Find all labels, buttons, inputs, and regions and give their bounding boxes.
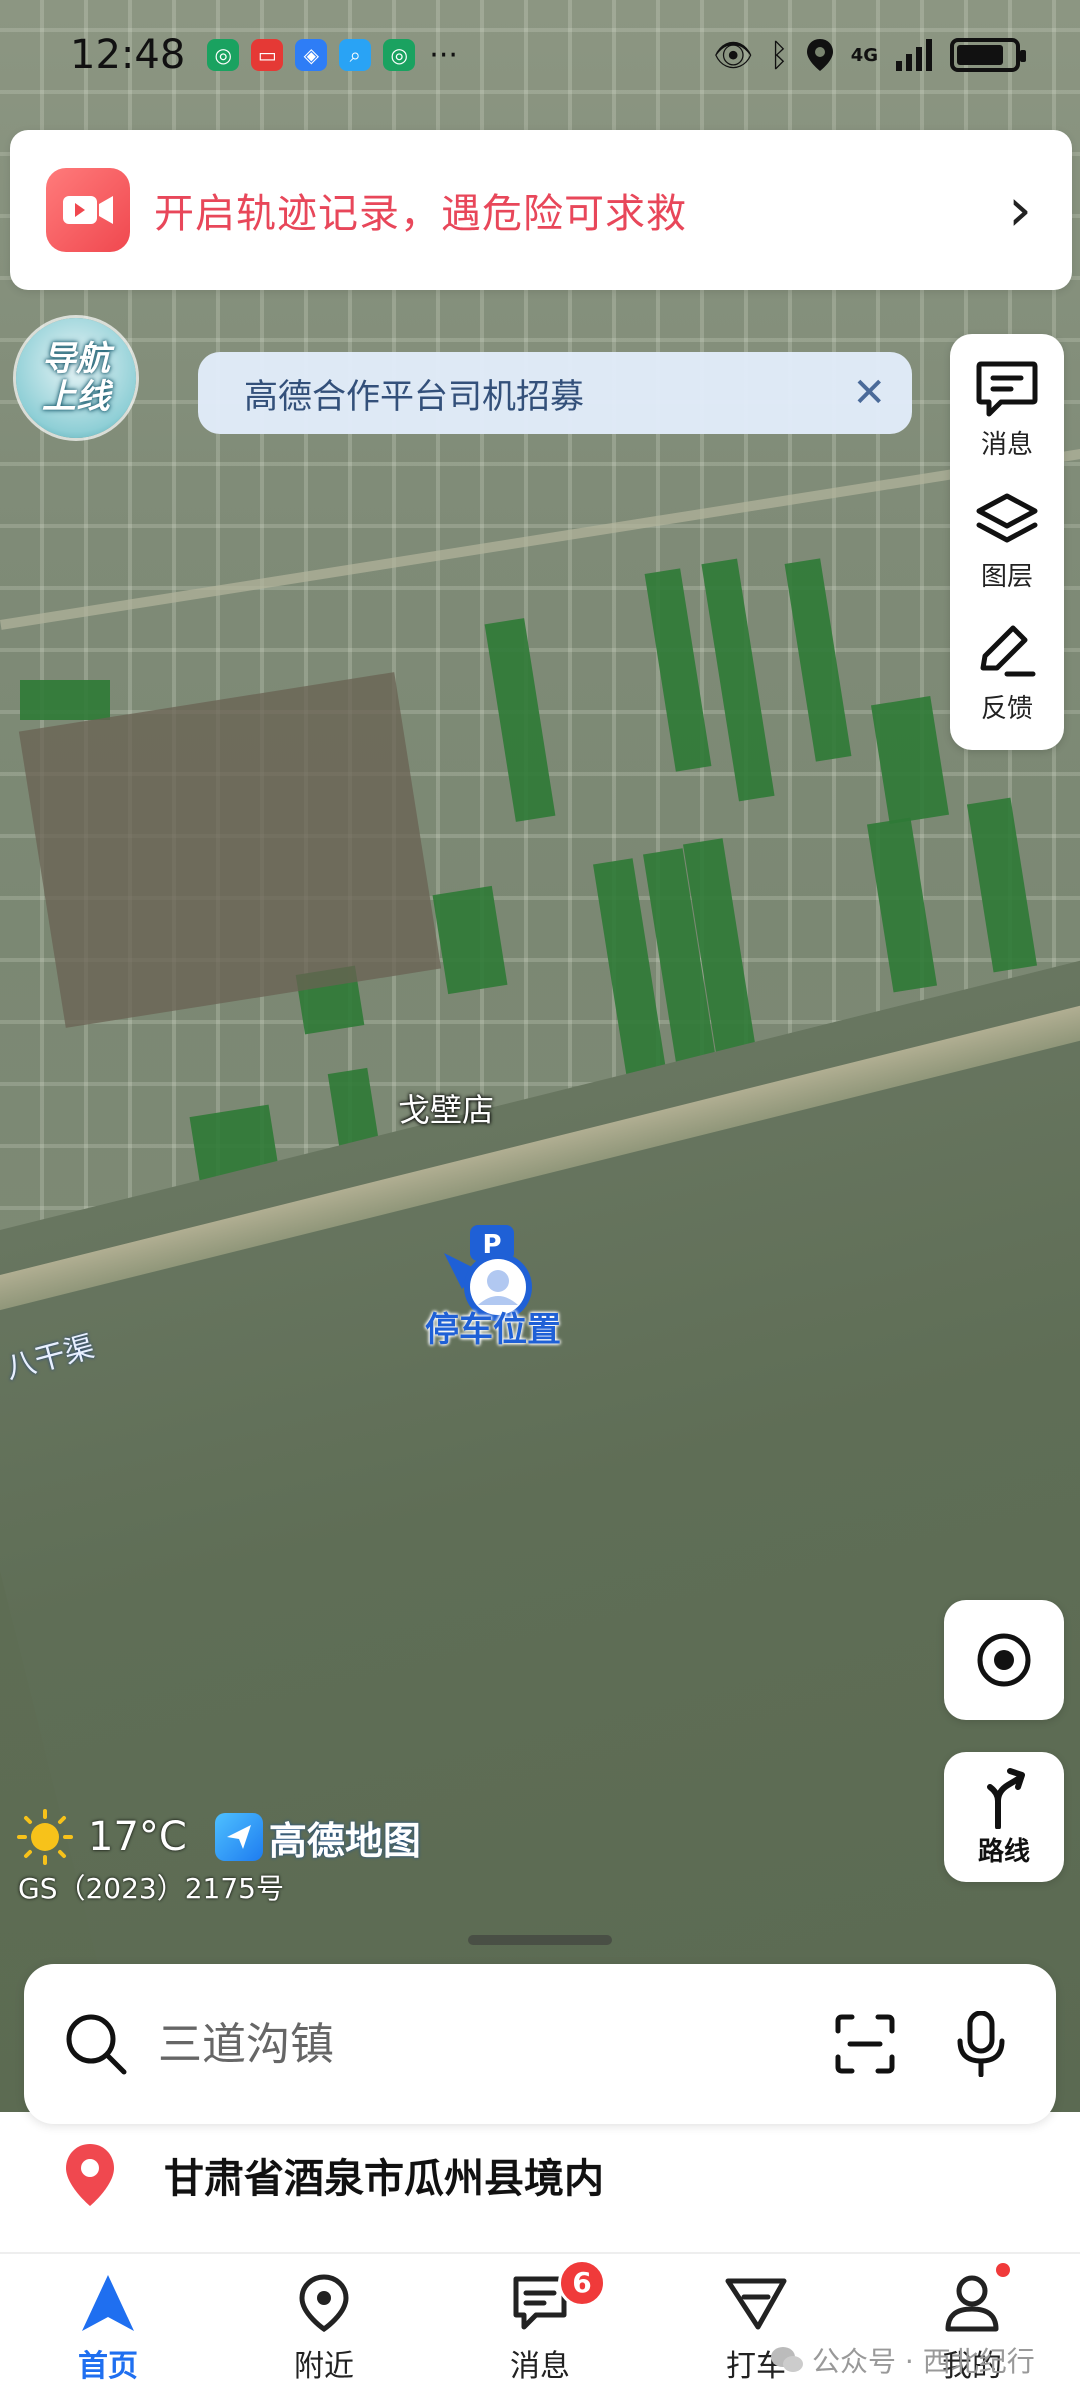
locate-icon — [977, 1633, 1031, 1687]
track-record-banner[interactable]: 开启轨迹记录，遇危险可求救 › — [10, 130, 1072, 290]
messages-tool-button[interactable]: 消息 — [975, 360, 1039, 461]
battery-icon — [950, 38, 1026, 72]
driver-recruit-banner[interactable]: 高德合作平台司机招募 ✕ — [198, 352, 912, 434]
tab-label: 附近 — [294, 2348, 354, 2384]
app-notification-icon: ◎ — [207, 39, 240, 71]
taxi-icon — [725, 2278, 787, 2329]
search-icon — [66, 2014, 127, 2075]
watermark: 公众号 · 西北纪行 — [770, 2340, 1035, 2380]
current-location-text: 甘肃省酒泉市瓜州县境内 — [164, 2156, 604, 2202]
tab-home[interactable]: 首页 — [8, 2273, 208, 2385]
map-license-number: GS（2023）2175号 — [18, 1872, 284, 1905]
profile-notification-dot — [996, 2262, 1010, 2277]
crop-field — [20, 680, 110, 720]
map-tool-panel: 消息 图层 反馈 — [950, 334, 1064, 750]
place-label[interactable]: 戈壁店 — [398, 1085, 494, 1131]
notification-icons: ◎ ▭ ◈ ⌕ ◎ — [207, 39, 416, 71]
weather-info: 17°C 高德地图 — [16, 1808, 421, 1866]
wechat-icon — [771, 2347, 803, 2372]
locate-me-button[interactable] — [944, 1600, 1064, 1720]
microphone-icon[interactable] — [956, 2011, 1006, 2077]
tool-label-feedback: 反馈 — [980, 693, 1033, 724]
temperature: 17°C — [88, 1814, 187, 1860]
layers-icon — [976, 493, 1038, 542]
status-bar: 12:48 ◎ ▭ ◈ ⌕ ◎ ··· 👁 ᛒ 4G — [0, 0, 1080, 110]
layers-tool-button[interactable]: 图层 — [975, 492, 1039, 593]
tool-label-messages: 消息 — [980, 429, 1033, 460]
map-pin-icon — [66, 2144, 114, 2206]
search-bar[interactable] — [24, 1964, 1056, 2124]
mail-notification-icon: ▭ — [251, 39, 284, 71]
app-notification-icon: ◈ — [295, 39, 328, 71]
route-button[interactable]: 路线 — [944, 1752, 1064, 1882]
amap-logo-icon — [214, 1813, 263, 1861]
eye-icon: 👁 — [712, 36, 754, 74]
app-notification-icon: ◎ — [383, 39, 416, 71]
scan-icon[interactable] — [834, 2013, 896, 2075]
amap-brand-text: 高德地图 — [268, 1818, 421, 1863]
sun-icon — [17, 1809, 73, 1865]
tab-messages[interactable]: 消息 6 — [440, 2258, 640, 2385]
message-icon — [976, 361, 1038, 416]
edit-icon — [980, 625, 1036, 676]
location-icon — [806, 39, 833, 71]
signal-icon — [896, 39, 932, 71]
amap-logo: 高德地图 — [214, 1810, 421, 1865]
status-time: 12:48 — [70, 32, 186, 78]
route-label: 路线 — [977, 1836, 1030, 1867]
tab-label: 消息 — [510, 2348, 570, 2384]
more-notifications-icon: ··· — [429, 37, 458, 73]
current-location-row[interactable]: 甘肃省酒泉市瓜州县境内 — [60, 2140, 604, 2210]
navigation-online-badge[interactable]: 导航 上线 — [16, 318, 136, 438]
nav-badge-line2: 上线 — [42, 377, 110, 417]
search-notification-icon: ⌕ — [339, 39, 372, 71]
tab-nearby[interactable]: 附近 — [224, 2273, 424, 2385]
recruit-text: 高德合作平台司机招募 — [244, 376, 584, 417]
parking-location-label[interactable]: 停车位置 — [425, 1302, 561, 1351]
sheet-drag-handle[interactable] — [468, 1935, 612, 1945]
track-record-text: 开启轨迹记录，遇危险可求救 — [154, 191, 687, 237]
watermark-text: 公众号 · 西北纪行 — [812, 2345, 1035, 2378]
feedback-tool-button[interactable]: 反馈 — [975, 624, 1039, 725]
bluetooth-icon: ᛒ — [769, 36, 789, 74]
system-indicators: 👁 ᛒ 4G — [712, 36, 1026, 74]
search-input[interactable] — [158, 2018, 758, 2070]
bottom-tab-bar: 首页 附近 消息 6 打车 我的 — [0, 2254, 1080, 2403]
network-type: 4G — [850, 44, 878, 66]
tool-label-layers: 图层 — [980, 561, 1033, 592]
close-icon[interactable]: ✕ — [852, 370, 886, 416]
route-fork-icon — [987, 1767, 1025, 1829]
profile-icon — [945, 2275, 999, 2331]
nav-badge-line1: 导航 — [42, 339, 110, 379]
tab-label: 首页 — [78, 2348, 138, 2384]
nearby-pin-icon — [299, 2273, 349, 2332]
home-arrow-icon — [82, 2274, 134, 2331]
video-record-icon — [46, 168, 130, 252]
bare-land — [18, 672, 442, 1028]
chevron-right-icon: › — [1008, 175, 1032, 245]
message-count-badge: 6 — [558, 2258, 606, 2307]
